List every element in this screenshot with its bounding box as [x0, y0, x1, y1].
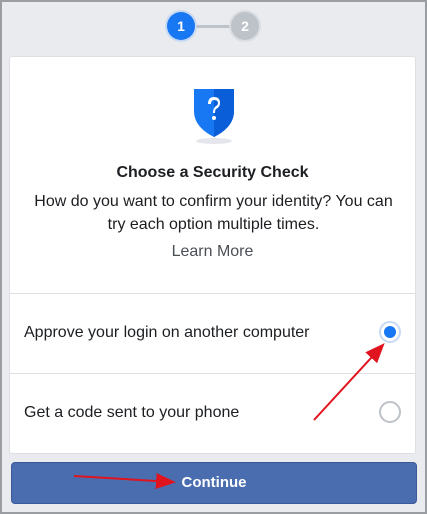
page-title: Choose a Security Check — [116, 164, 309, 181]
continue-button[interactable]: Continue — [11, 462, 417, 504]
option-label: Approve your login on another computer — [24, 324, 310, 341]
shield-question-icon — [194, 89, 234, 144]
step-2-indicator: 2 — [231, 12, 259, 40]
stepper-line — [195, 25, 231, 28]
description-text: How do you want to confirm your identity… — [34, 193, 393, 233]
option-phone-code[interactable]: Get a code sent to your phone — [10, 373, 415, 453]
security-check-card: Choose a Security Check How do you want … — [9, 56, 416, 454]
option-label: Get a code sent to your phone — [24, 404, 240, 421]
step-1-indicator: 1 — [167, 12, 195, 40]
radio-phone-code[interactable] — [379, 401, 401, 423]
learn-more-link[interactable]: Learn More — [10, 243, 415, 261]
radio-approve-login[interactable] — [379, 321, 401, 343]
option-approve-login[interactable]: Approve your login on another computer — [10, 293, 415, 373]
progress-stepper: 1 2 — [0, 10, 427, 44]
